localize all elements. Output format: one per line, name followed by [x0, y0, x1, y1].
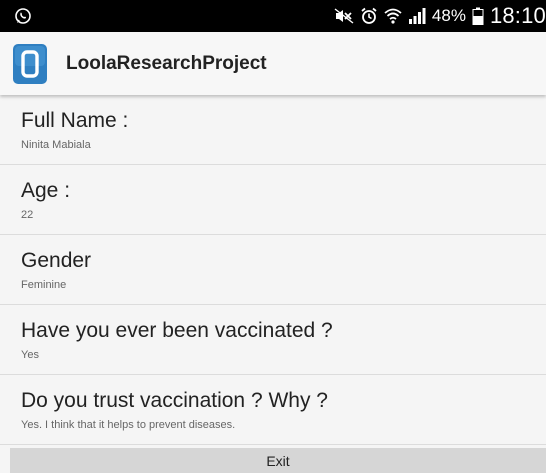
- app-logo-icon[interactable]: [12, 43, 48, 85]
- clock: 18:10: [489, 3, 546, 28]
- gender-field: Gender Feminine: [0, 235, 546, 305]
- vaccinated-label: Have you ever been vaccinated ?: [21, 319, 333, 342]
- age-value: 22: [21, 209, 34, 221]
- details-list: Full Name : Ninita Mabiala Age : 22 Gend…: [0, 95, 546, 445]
- trust-vaccination-field: Do you trust vaccination ? Why ? Yes. I …: [0, 375, 546, 445]
- status-bar: 48% 18:10: [0, 0, 546, 32]
- signal-icon: [408, 7, 426, 25]
- alarm-icon: [360, 7, 378, 25]
- gender-label: Gender: [21, 249, 92, 272]
- whatsapp-icon: [14, 7, 32, 25]
- full-name-field: Full Name : Ninita Mabiala: [0, 95, 546, 165]
- age-field: Age : 22: [0, 165, 546, 235]
- battery-icon: [472, 7, 484, 25]
- battery-percent: 48%: [431, 6, 466, 25]
- gender-value: Feminine: [21, 279, 67, 291]
- full-name-value: Ninita Mabiala: [21, 139, 91, 151]
- vaccinated-field: Have you ever been vaccinated ? Yes: [0, 305, 546, 375]
- wifi-icon: [384, 7, 402, 25]
- mute-icon: [334, 8, 354, 24]
- exit-button[interactable]: Exit: [10, 448, 546, 473]
- action-bar: LoolaResearchProject: [0, 32, 546, 95]
- vaccinated-value: Yes: [21, 349, 39, 361]
- app-title: LoolaResearchProject: [66, 52, 267, 74]
- full-name-label: Full Name :: [21, 109, 129, 132]
- trust-vaccination-label: Do you trust vaccination ? Why ?: [21, 389, 328, 412]
- age-label: Age :: [21, 179, 71, 202]
- trust-vaccination-value: Yes. I think that it helps to prevent di…: [21, 419, 236, 431]
